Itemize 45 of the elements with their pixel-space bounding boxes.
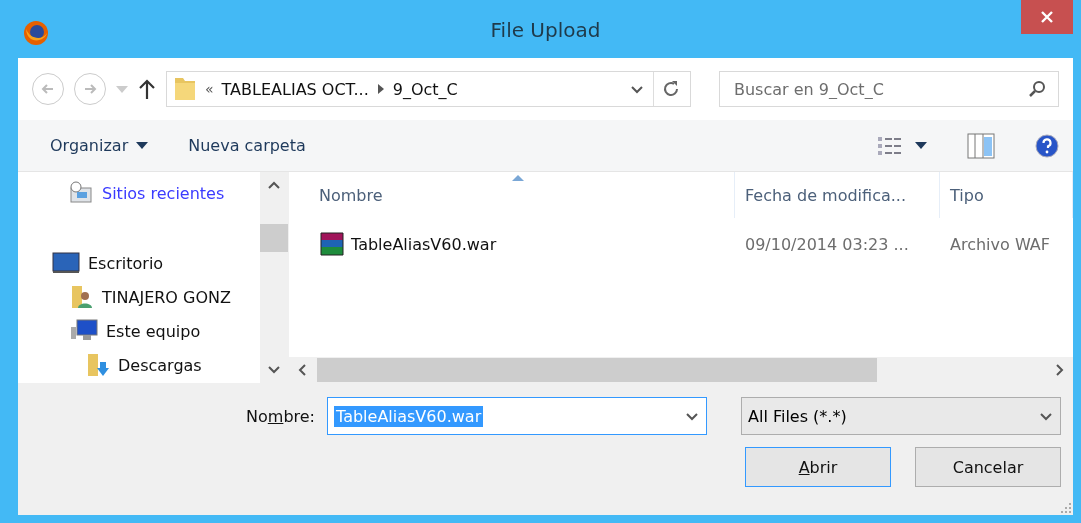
close-icon bbox=[1039, 9, 1055, 25]
scrollbar-thumb[interactable] bbox=[260, 224, 288, 252]
sidebar-item[interactable]: Descargas bbox=[18, 348, 260, 382]
breadcrumb-arrow-icon[interactable] bbox=[376, 84, 385, 94]
file-name-label: Nombre: bbox=[246, 406, 315, 426]
refresh-icon[interactable] bbox=[662, 80, 680, 98]
file-type: Archivo WAF bbox=[949, 234, 1051, 254]
resize-grip-icon[interactable] bbox=[1061, 503, 1071, 513]
column-header[interactable]: Fecha de modifica... bbox=[735, 172, 940, 218]
address-bar[interactable]: « TABLEALIAS OCT... 9_Oct_C bbox=[166, 71, 691, 107]
breadcrumb[interactable]: 9_Oct_C bbox=[392, 79, 458, 99]
view-dropdown-icon[interactable] bbox=[915, 142, 927, 149]
downloads-folder-icon bbox=[86, 352, 110, 378]
toolbar-button[interactable]: Organizar bbox=[50, 136, 149, 155]
archive-icon bbox=[319, 231, 345, 257]
browser-logo-icon bbox=[23, 20, 49, 46]
close-button[interactable] bbox=[1021, 0, 1073, 34]
breadcrumb[interactable]: TABLEALIAS OCT... bbox=[221, 79, 369, 99]
dialog-button[interactable]: Abrir bbox=[745, 447, 891, 487]
view-options-icon[interactable] bbox=[877, 134, 903, 157]
help-icon[interactable] bbox=[1035, 133, 1059, 158]
dialog-button[interactable]: Cancelar bbox=[915, 447, 1061, 487]
window-title: File Upload bbox=[489, 18, 602, 42]
sidebar-item[interactable]: Escritorio bbox=[18, 246, 260, 280]
scrollbar-thumb[interactable] bbox=[317, 358, 877, 382]
dropdown-caret-icon bbox=[136, 142, 149, 149]
column-header[interactable]: Tipo bbox=[940, 172, 1073, 218]
user-folder-icon bbox=[70, 284, 94, 310]
desktop-icon bbox=[52, 252, 80, 274]
up-arrow-icon[interactable] bbox=[138, 79, 156, 99]
sidebar-item[interactable]: Sitios recientes bbox=[18, 176, 260, 210]
recent-places-icon bbox=[68, 181, 94, 205]
column-header[interactable]: Nombre bbox=[289, 172, 735, 218]
toolbar-button[interactable]: Nueva carpeta bbox=[188, 136, 306, 155]
sidebar-item[interactable]: Este equipo bbox=[18, 314, 260, 348]
search-icon[interactable] bbox=[1028, 80, 1046, 98]
sidebar-item[interactable]: TINAJERO GONZ bbox=[18, 280, 260, 314]
overflow-chevrons[interactable]: « bbox=[205, 81, 214, 97]
file-type-dropdown[interactable]: All Files (*.*) bbox=[741, 397, 1061, 435]
folder-icon bbox=[173, 76, 197, 102]
file-name[interactable]: TableAliasV60.war bbox=[289, 231, 735, 257]
computer-icon bbox=[70, 319, 98, 343]
file-date: 09/10/2014 03:23 ... bbox=[744, 234, 910, 254]
search-box[interactable]: Buscar en 9_Oct_C bbox=[719, 71, 1059, 107]
sort-arrow-icon bbox=[511, 175, 524, 181]
